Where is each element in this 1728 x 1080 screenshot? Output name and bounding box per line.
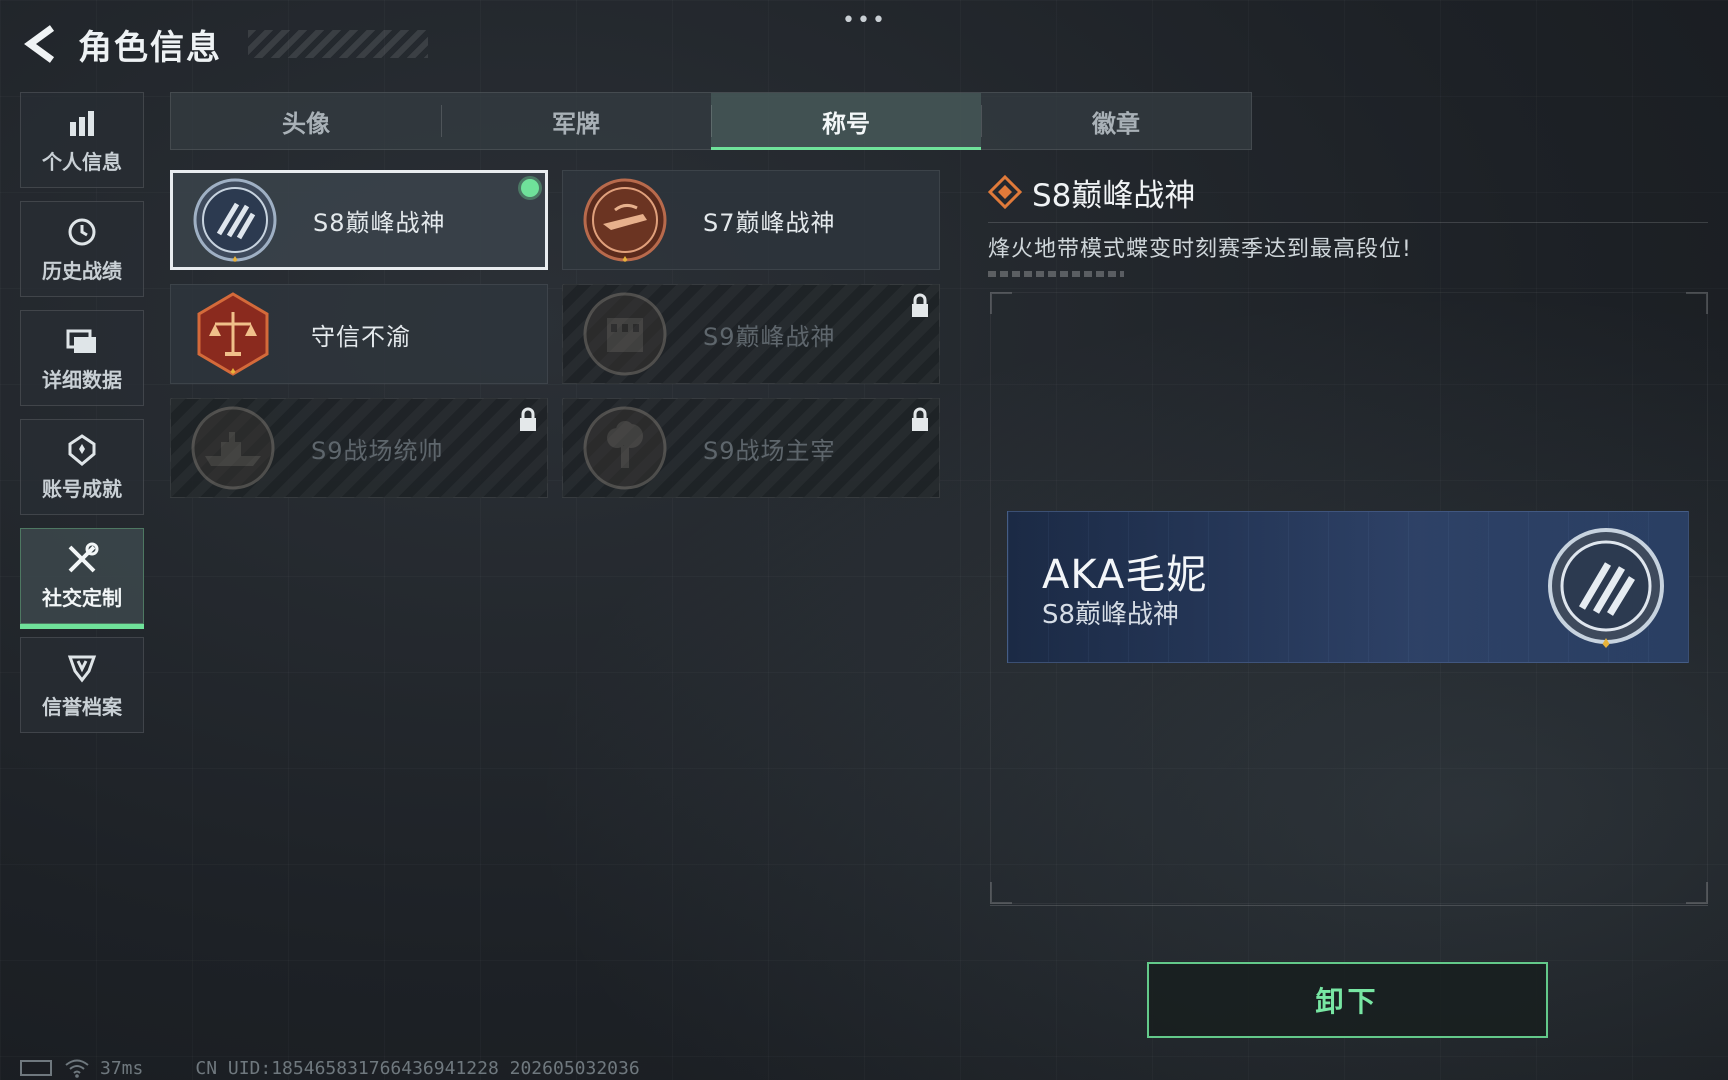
player-name: AKA毛妮 <box>1042 552 1208 598</box>
back-button[interactable] <box>18 21 64 67</box>
player-title: S8巅峰战神 <box>1042 600 1180 630</box>
title-card-s8-peak[interactable]: S8巅峰战神 <box>170 170 548 270</box>
sidebar-item-label: 账号成就 <box>42 476 122 501</box>
sidebar-item-personal-info[interactable]: 个人信息 <box>20 92 144 188</box>
title-grid: S8巅峰战神 S7巅峰战神 守信不渝 S9巅峰战神 S9战场统帅 S9战场主宰 <box>170 170 940 498</box>
title-card-s9-peak[interactable]: S9巅峰战神 <box>562 284 940 384</box>
detail-description: 烽火地带模式蝶变时刻赛季达到最高段位! <box>988 237 1412 262</box>
battleship-medal-icon <box>191 406 275 490</box>
frame-corner <box>1686 882 1708 904</box>
title-label: S9战场统帅 <box>311 436 444 465</box>
folder-icon <box>65 324 99 358</box>
frame-corner <box>990 882 1012 904</box>
title-card-s9-commander[interactable]: S9战场统帅 <box>170 398 548 498</box>
lock-icon <box>520 407 536 431</box>
frame-corner <box>990 292 1012 314</box>
diamond-emblem-icon <box>988 175 1022 209</box>
frame-corner <box>1686 292 1708 314</box>
sidebar-item-detailed-data[interactable]: 详细数据 <box>20 310 144 406</box>
achievement-badge-icon <box>65 433 99 467</box>
more-menu-dots[interactable]: ••• <box>842 8 887 33</box>
title-label: S7巅峰战神 <box>703 208 836 237</box>
sidebar-item-label: 历史战绩 <box>42 258 122 283</box>
sidebar-item-label: 信誉档案 <box>42 694 122 719</box>
sidebar-item-achievements[interactable]: 账号成就 <box>20 419 144 515</box>
back-arrow-icon <box>24 25 55 63</box>
sidebar-item-label: 个人信息 <box>42 149 122 174</box>
title-label: 守信不渝 <box>311 322 411 351</box>
tab-title[interactable]: 称号 <box>711 93 981 150</box>
detail-decoration <box>988 271 1124 277</box>
tab-dog-tag[interactable]: 军牌 <box>441 93 711 149</box>
s8-peak-medal-icon <box>1548 528 1664 648</box>
battery-icon <box>20 1060 52 1076</box>
title-card-keep-faith[interactable]: 守信不渝 <box>170 284 548 384</box>
page-title: 角色信息 <box>78 27 222 68</box>
mushroom-cloud-medal-icon <box>583 406 667 490</box>
detail-title-name: S8巅峰战神 <box>1032 177 1196 214</box>
bar-chart-icon <box>65 106 99 140</box>
uid-readout: CN UID:185465831766436941228 20260503203… <box>195 1057 640 1079</box>
title-label: S9战场主宰 <box>703 436 836 465</box>
ping-readout: 37ms <box>100 1057 144 1079</box>
title-card-s9-dominator[interactable]: S9战场主宰 <box>562 398 940 498</box>
title-detail-panel: S8巅峰战神 烽火地带模式蝶变时刻赛季达到最高段位! <box>988 170 1708 277</box>
s7-peak-medal-icon <box>583 178 667 262</box>
sidebar-item-label: 社交定制 <box>42 585 122 610</box>
tab-avatar[interactable]: 头像 <box>171 93 441 149</box>
sidebar: 个人信息 历史战绩 详细数据 账号成就 社交定制 信誉档案 <box>20 92 144 746</box>
status-bar: 37ms CN UID:185465831766436941228 202605… <box>20 1056 640 1080</box>
sidebar-item-social-custom[interactable]: 社交定制 <box>20 528 144 629</box>
unequip-button[interactable]: 卸下 <box>1147 962 1548 1038</box>
sidebar-item-credit-record[interactable]: 信誉档案 <box>20 637 144 733</box>
title-stripe-decoration <box>248 30 428 58</box>
credit-shield-icon <box>65 651 99 685</box>
tab-badge[interactable]: 徽章 <box>981 93 1251 149</box>
lock-icon <box>912 293 928 317</box>
page-header: 角色信息 <box>18 20 428 68</box>
s8-peak-medal-icon <box>193 178 277 262</box>
s9-peak-medal-icon <box>583 292 667 376</box>
title-card-s7-peak[interactable]: S7巅峰战神 <box>562 170 940 270</box>
scales-justice-medal-icon <box>197 292 269 376</box>
title-label: S9巅峰战神 <box>703 322 836 351</box>
sidebar-item-label: 详细数据 <box>42 367 122 392</box>
detail-header: S8巅峰战神 <box>988 170 1708 214</box>
tab-bar: 头像 军牌 称号 徽章 <box>170 92 1252 150</box>
bottom-divider <box>990 905 1708 906</box>
detail-divider <box>988 222 1708 223</box>
tools-wrench-icon <box>65 542 99 576</box>
history-clock-icon <box>65 215 99 249</box>
lock-icon <box>912 407 928 431</box>
nameplate-preview: AKA毛妮 S8巅峰战神 <box>1007 511 1689 663</box>
equipped-indicator <box>521 179 539 197</box>
title-label: S8巅峰战神 <box>313 208 446 237</box>
wifi-icon <box>65 1059 89 1078</box>
sidebar-item-history[interactable]: 历史战绩 <box>20 201 144 297</box>
